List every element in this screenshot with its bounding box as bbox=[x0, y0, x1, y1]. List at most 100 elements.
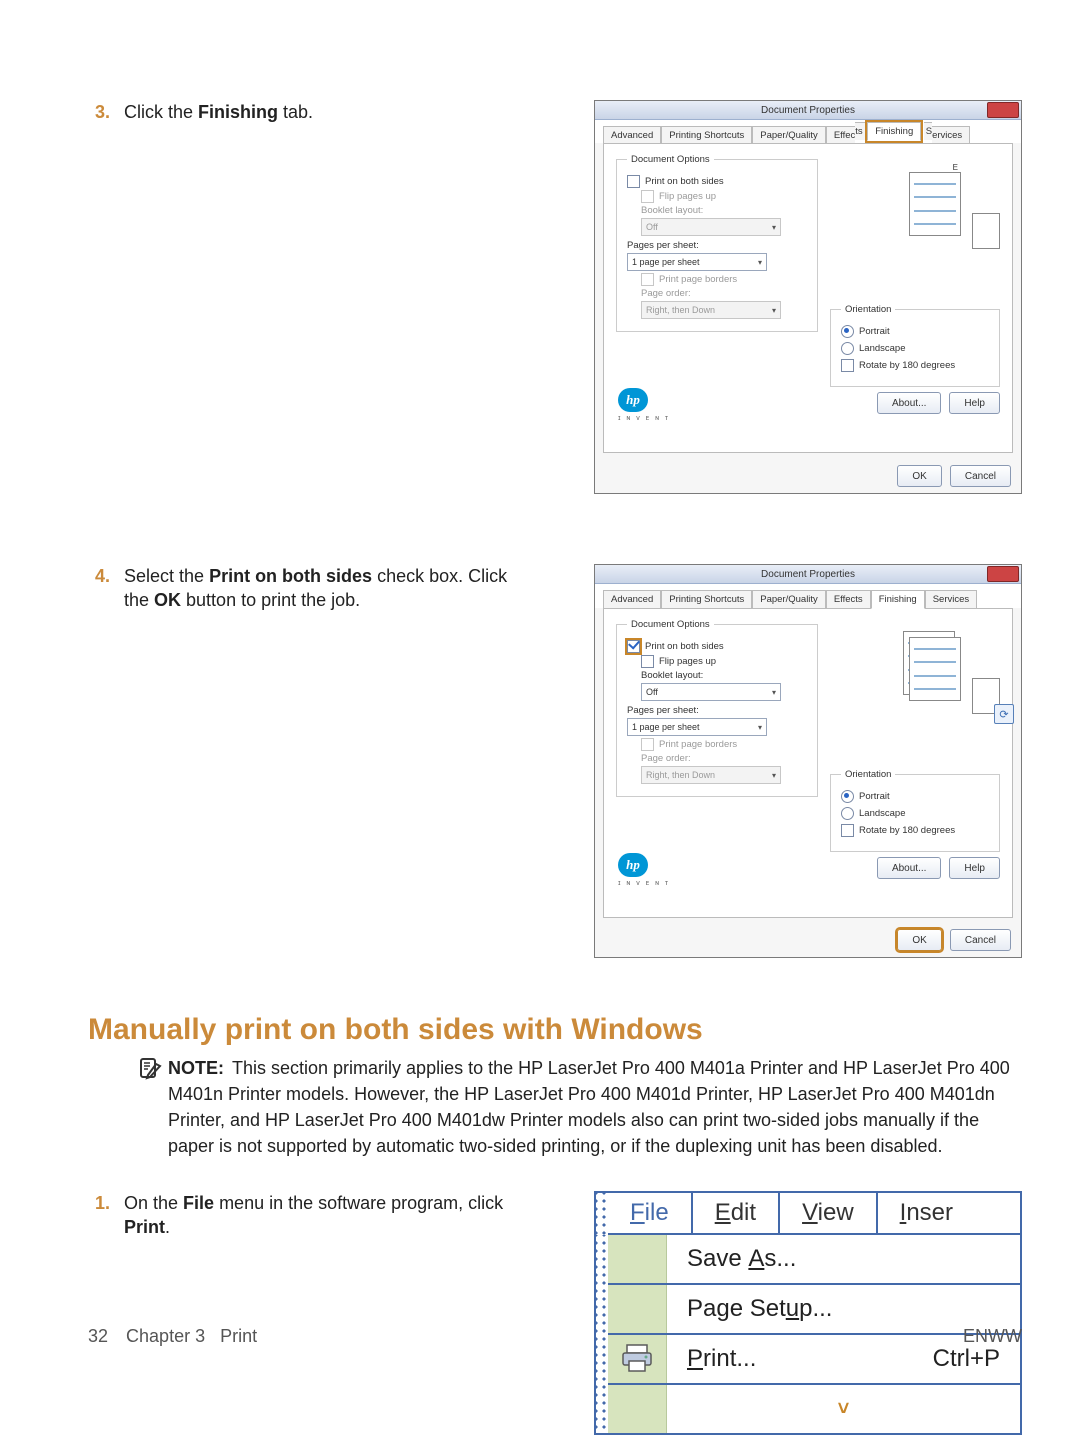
dialog-titlebar: Document Properties bbox=[595, 565, 1021, 584]
flip-pages-up-checkbox bbox=[641, 190, 654, 203]
rotate-180-option[interactable]: Rotate by 180 degrees bbox=[841, 824, 989, 837]
ok-button[interactable]: OK bbox=[897, 929, 941, 951]
menu-item-page-setup-label: Page Setup... bbox=[687, 1295, 832, 1323]
step-4-bold2: OK bbox=[154, 590, 181, 610]
booklet-select[interactable]: Off▾ bbox=[641, 683, 781, 701]
tab-advanced[interactable]: Advanced bbox=[603, 126, 661, 144]
print-both-sides-option[interactable]: Print on both sides bbox=[627, 640, 807, 653]
document-options-group: Document Options Print on both sides Fli… bbox=[616, 154, 818, 332]
pps-select[interactable]: 1 page per sheet▾ bbox=[627, 253, 767, 271]
cancel-button[interactable]: Cancel bbox=[950, 929, 1011, 951]
pps-select-row[interactable]: 1 page per sheet▾ bbox=[627, 253, 807, 271]
chevron-down-icon: ▾ bbox=[772, 771, 776, 780]
print-both-sides-checkbox[interactable] bbox=[627, 175, 640, 188]
tab-effects-left[interactable]: Effec bbox=[826, 126, 855, 144]
menu-item-expand[interactable]: ˅ bbox=[608, 1385, 1020, 1433]
print-both-sides-option[interactable]: Print on both sides bbox=[627, 175, 807, 188]
preview-sheet-stack bbox=[909, 637, 961, 701]
booklet-select-value: Off bbox=[646, 687, 658, 697]
page-footer: 32 Chapter 3 Print ENWW bbox=[88, 1326, 1022, 1347]
orientation-portrait-radio[interactable] bbox=[841, 325, 854, 338]
page-preview: ⟳ bbox=[870, 624, 1000, 714]
orientation-landscape-radio[interactable] bbox=[841, 342, 854, 355]
tab-paper-quality[interactable]: Paper/Quality bbox=[752, 126, 826, 144]
dialog-outer-buttons: OK Cancel bbox=[897, 465, 1011, 487]
orientation-group-wrap: Orientation Portrait Landscape Rotate by… bbox=[830, 304, 1000, 387]
booklet-layout-row: Booklet layout: bbox=[641, 205, 807, 216]
menu-insert[interactable]: Inser bbox=[878, 1193, 975, 1233]
tab-services-left[interactable]: S bbox=[924, 122, 932, 140]
document-properties-dialog-step3: Document Properties Advanced Printing Sh… bbox=[594, 100, 1022, 494]
pps-select[interactable]: 1 page per sheet▾ bbox=[627, 718, 767, 736]
orientation-portrait-radio[interactable] bbox=[841, 790, 854, 803]
tab-effects[interactable]: Effects bbox=[826, 590, 871, 609]
pps-row: Pages per sheet: bbox=[627, 240, 807, 251]
orientation-portrait[interactable]: Portrait bbox=[841, 325, 989, 338]
close-icon[interactable] bbox=[987, 566, 1019, 582]
booklet-select-row[interactable]: Off▾ bbox=[641, 683, 807, 701]
close-icon[interactable] bbox=[987, 102, 1019, 118]
page-borders-checkbox bbox=[641, 738, 654, 751]
booklet-select-row: Off▾ bbox=[641, 218, 807, 236]
footer-chapter-label: Chapter 3 bbox=[126, 1326, 205, 1346]
about-button[interactable]: About... bbox=[877, 392, 941, 414]
rotate-180-checkbox[interactable] bbox=[841, 359, 854, 372]
orientation-landscape[interactable]: Landscape bbox=[841, 342, 989, 355]
step-3-post: tab. bbox=[278, 102, 313, 122]
tab-effects-right[interactable]: ts bbox=[855, 122, 864, 140]
step-1-text-block: 1. On the File menu in the software prog… bbox=[88, 1191, 508, 1239]
flip-pages-up-option[interactable]: Flip pages up bbox=[641, 655, 807, 668]
rotate-180-checkbox[interactable] bbox=[841, 824, 854, 837]
orientation-portrait[interactable]: Portrait bbox=[841, 790, 989, 803]
flip-pages-up-checkbox[interactable] bbox=[641, 655, 654, 668]
dialog-titlebar: Document Properties bbox=[595, 101, 1021, 120]
ok-button[interactable]: OK bbox=[897, 465, 941, 487]
booklet-layout-label: Booklet layout: bbox=[641, 670, 703, 681]
step-4-number: 4. bbox=[88, 564, 110, 612]
menu-view[interactable]: View bbox=[780, 1193, 878, 1233]
tab-printing-shortcuts[interactable]: Printing Shortcuts bbox=[661, 590, 752, 609]
note-block: NOTE:This section primarily applies to t… bbox=[138, 1055, 1022, 1159]
hp-invent-label: ɪ ɴ ᴠ ᴇ ɴ ᴛ bbox=[618, 415, 670, 422]
tab-panel-finishing: Document Options Print on both sides Fli… bbox=[603, 143, 1013, 453]
note-body: This section primarily applies to the HP… bbox=[168, 1058, 1010, 1156]
rotate-180-option[interactable]: Rotate by 180 degrees bbox=[841, 359, 989, 372]
tab-printing-shortcuts[interactable]: Printing Shortcuts bbox=[661, 126, 752, 144]
menu-file[interactable]: File bbox=[608, 1193, 693, 1233]
tab-services[interactable]: Services bbox=[925, 590, 977, 609]
document-page: 3. Click the Finishing tab. Document Pro… bbox=[0, 0, 1080, 1437]
menu-edit[interactable]: Edit bbox=[693, 1193, 780, 1233]
page-borders-option: Print page borders bbox=[641, 738, 807, 751]
toolbar-grip-icon bbox=[596, 1193, 608, 1235]
orientation-landscape[interactable]: Landscape bbox=[841, 807, 989, 820]
booklet-select-value: Off bbox=[646, 222, 658, 232]
tab-services-right[interactable]: ervices bbox=[932, 126, 970, 144]
step-1-post: . bbox=[165, 1217, 170, 1237]
file-menu-screenshot: File Edit View Inser Save As... Page Set… bbox=[594, 1191, 1022, 1435]
step-3-text: Click the Finishing tab. bbox=[124, 100, 508, 124]
tab-finishing[interactable]: Finishing bbox=[871, 590, 925, 609]
about-button[interactable]: About... bbox=[877, 857, 941, 879]
menu-item-icon-blank bbox=[608, 1385, 667, 1433]
hp-invent-label: ɪ ɴ ᴠ ᴇ ɴ ᴛ bbox=[618, 880, 670, 887]
cancel-button[interactable]: Cancel bbox=[950, 465, 1011, 487]
booklet-layout-row: Booklet layout: bbox=[641, 670, 807, 681]
booklet-layout-label: Booklet layout: bbox=[641, 205, 703, 216]
step-4-text: Select the Print on both sides check box… bbox=[124, 564, 508, 612]
pps-select-row[interactable]: 1 page per sheet▾ bbox=[627, 718, 807, 736]
tab-advanced[interactable]: Advanced bbox=[603, 590, 661, 609]
tab-paper-quality[interactable]: Paper/Quality bbox=[752, 590, 826, 609]
preview-sheet: E bbox=[909, 172, 961, 236]
orientation-portrait-label: Portrait bbox=[859, 791, 890, 802]
orientation-portrait-label: Portrait bbox=[859, 326, 890, 337]
page-preview: E bbox=[870, 159, 1000, 249]
print-both-sides-checkbox[interactable] bbox=[627, 640, 640, 653]
page-order-select: Right, then Down▾ bbox=[641, 766, 781, 784]
help-button[interactable]: Help bbox=[949, 857, 1000, 879]
tab-finishing[interactable]: Finishing bbox=[867, 122, 921, 141]
menu-item-save-as[interactable]: Save As... bbox=[608, 1235, 1020, 1285]
step-1-pre: On the bbox=[124, 1193, 183, 1213]
help-button[interactable]: Help bbox=[949, 392, 1000, 414]
orientation-landscape-radio[interactable] bbox=[841, 807, 854, 820]
print-both-sides-label: Print on both sides bbox=[645, 641, 724, 652]
